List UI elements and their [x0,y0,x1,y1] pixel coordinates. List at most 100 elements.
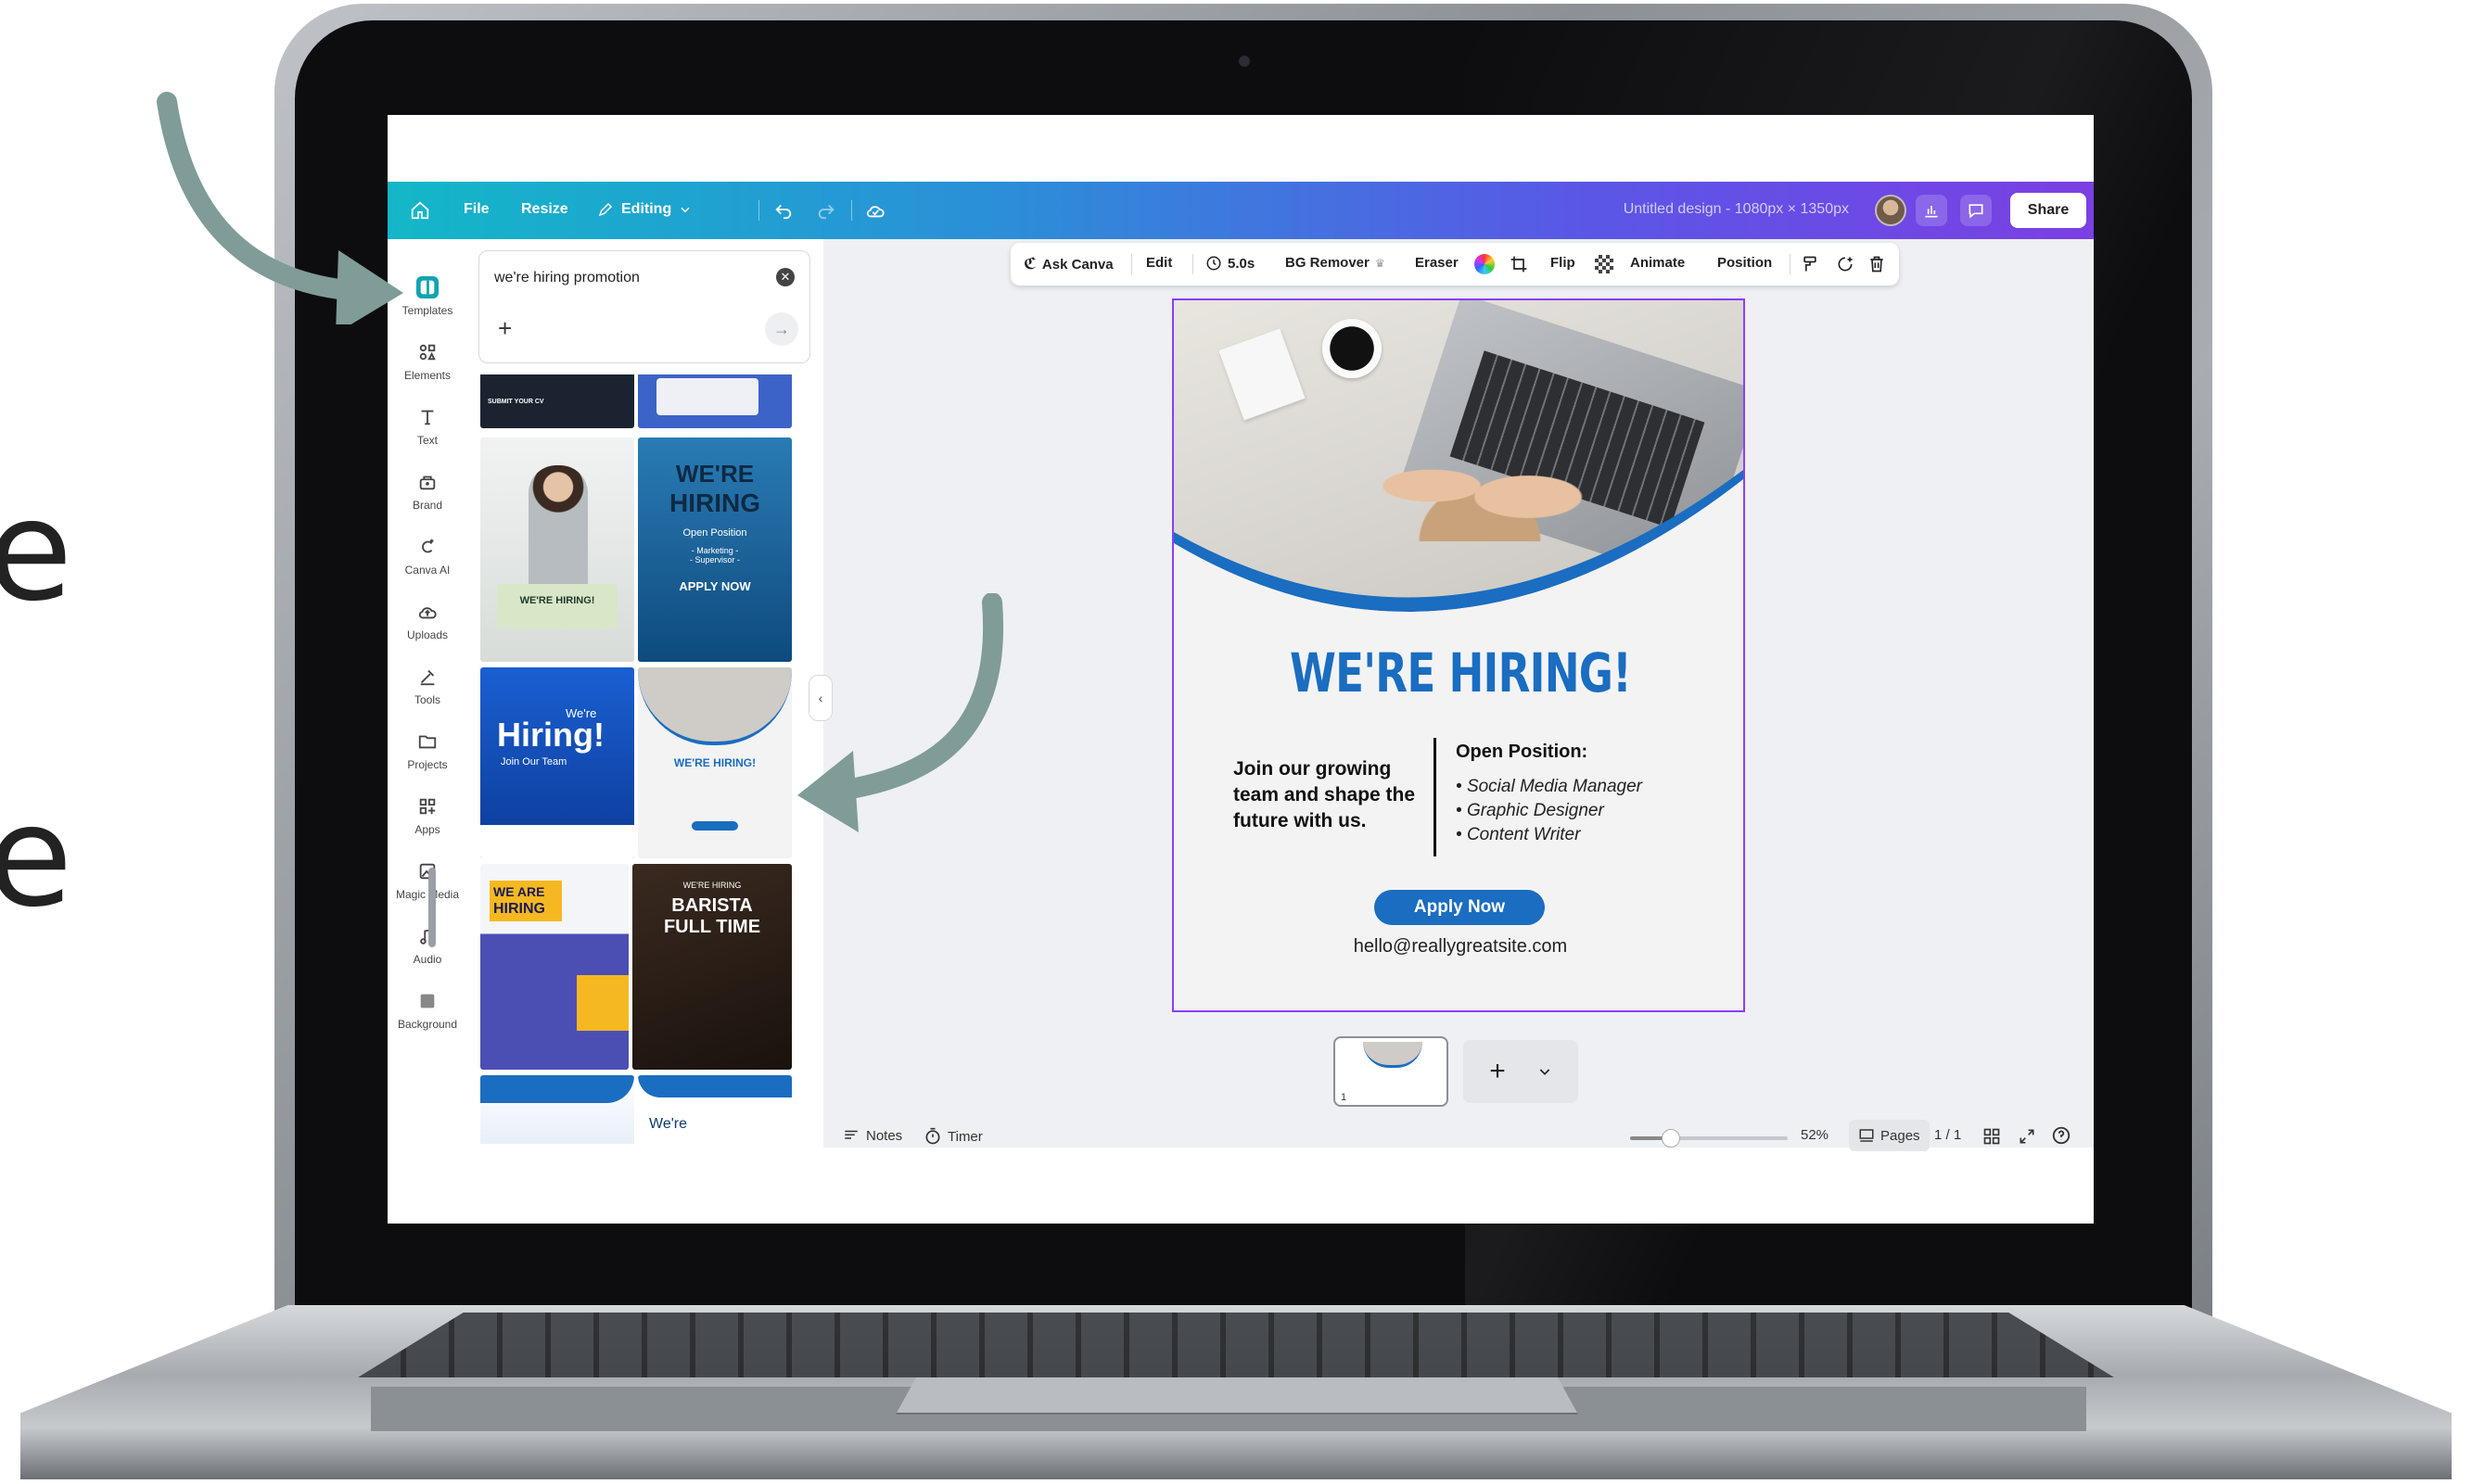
template-card[interactable]: WE'RE HIRING! [638,667,792,858]
canva-ai-icon: ℭ [1024,255,1037,273]
template-line: WE'RE [675,460,755,488]
clear-icon[interactable]: ✕ [776,268,795,286]
add-page-button[interactable]: + [1463,1040,1578,1103]
timer-button[interactable]: Timer [924,1127,983,1146]
sidebar-item-apps[interactable]: Apps [388,795,467,836]
scroll-thumb[interactable] [428,868,436,947]
design-divider [1434,738,1436,856]
edit-button[interactable]: Edit [1146,255,1172,271]
crown-icon: ♛ [1374,256,1385,270]
page-thumbnail[interactable]: 1 [1333,1036,1448,1107]
file-menu[interactable]: File [464,201,490,218]
template-card[interactable]: SUBMIT YOUR CV [480,374,634,428]
zoom-slider[interactable] [1630,1129,1788,1148]
template-line: We're [649,1116,687,1132]
truck-graphic [656,378,758,415]
comments-button[interactable] [1960,195,1992,226]
grid-view-button[interactable] [1982,1127,2001,1146]
flip-button[interactable]: Flip [1550,255,1575,271]
sidebar-item-canva-ai[interactable]: Canva AI [388,536,467,577]
help-button[interactable] [2051,1125,2071,1146]
photo-placeholder [638,667,792,745]
animate-button[interactable]: Animate [1630,255,1685,271]
eraser-button[interactable]: Eraser [1415,255,1459,271]
duration-button[interactable]: 5.0s [1205,255,1255,272]
add-comment-button[interactable] [1836,255,1854,273]
pages-label: Pages [1880,1127,1920,1144]
plus-icon: + [1489,1056,1506,1086]
template-card[interactable]: WE'RE HIRING BARISTA FULL TIME [632,864,792,1070]
search-input[interactable]: we're hiring promotion [494,270,640,286]
template-line: WE ARE [493,884,545,899]
sidebar-item-audio[interactable]: Audio [388,925,467,966]
insights-button[interactable] [1916,195,1947,226]
notes-label: Notes [866,1127,903,1144]
search-box[interactable]: we're hiring promotion ✕ + → [478,250,810,363]
share-button[interactable]: Share [2010,193,2086,228]
sidebar-item-background[interactable]: Background [388,990,467,1031]
sidebar-item-label: Magic Media [395,888,460,901]
sidebar-item-uploads[interactable]: Uploads [388,601,467,641]
zoom-value[interactable]: 52% [1801,1127,1829,1143]
color-wheel-icon[interactable] [1474,254,1495,274]
cloud-check-icon [866,206,885,218]
template-line: APPLY NOW [679,579,751,593]
template-grid: SUBMIT YOUR CV WE'RE HIRING! WE'RE HIRIN… [478,374,803,1144]
keyboard [358,1313,2114,1377]
comment-icon [1969,204,1983,219]
resize-menu[interactable]: Resize [521,201,568,218]
copy-style-button[interactable] [1801,255,1819,273]
sidebar-item-tools[interactable]: Tools [388,666,467,706]
sidebar-item-magic-media[interactable]: Magic Media [388,860,467,901]
template-card[interactable]: We're [638,1075,792,1144]
arrow-right-icon[interactable]: → [765,312,798,346]
chevron-down-icon[interactable] [1537,1064,1552,1079]
paint-roller-icon [1803,256,1816,272]
sidebar-item-text[interactable]: Text [388,406,467,447]
crop-button[interactable] [1510,255,1528,273]
template-line: FULL TIME [663,917,761,937]
pencil-icon [598,202,613,217]
delete-button[interactable] [1867,255,1886,273]
design-page[interactable]: WE'RE HIRING! Join our growing team and … [1172,298,1745,1012]
avatar[interactable] [1875,195,1906,226]
pages-icon [1859,1129,1874,1142]
template-card[interactable]: WE'RE HIRING! [480,438,634,662]
fullscreen-button[interactable] [2018,1127,2036,1146]
plus-icon[interactable]: + [498,316,512,340]
clock-icon [1206,256,1221,271]
apply-pill [692,821,738,831]
redo-button[interactable] [816,200,836,221]
ask-canva-button[interactable]: ℭ Ask Canva [1024,255,1114,273]
ask-canva-label: Ask Canva [1041,256,1114,273]
design-title[interactable]: Untitled design - 1080px × 1350px [1624,201,1849,218]
cloud-save-button[interactable] [864,200,886,221]
position-button[interactable]: Position [1717,255,1772,271]
sidebar-item-projects[interactable]: Projects [388,730,467,771]
notes-button[interactable]: Notes [842,1127,902,1144]
template-card[interactable]: WE'RE HIRING Open Position - Marketing -… [638,438,792,662]
pages-button[interactable]: Pages [1849,1120,1930,1151]
sidebar-item-elements[interactable]: Elements [388,341,467,382]
template-card[interactable] [480,1075,634,1144]
template-card[interactable]: WE ARE HIRING [480,864,629,1070]
template-panel-white [480,825,634,858]
comment-plus-icon [1838,257,1853,272]
context-toolbar: ℭ Ask Canva Edit 5.0s BG Remover ♛ Erase… [1011,243,1899,285]
transparency-icon[interactable] [1595,255,1613,273]
wave-graphic [480,1075,634,1103]
sidebar-item-brand[interactable]: Brand [388,471,467,512]
editing-menu[interactable]: Editing [597,201,692,218]
template-line: WE'RE HIRING [682,881,742,890]
template-card[interactable] [638,374,792,428]
template-card[interactable]: We're Hiring! Join Our Team [480,667,634,858]
side-rail: Templates Elements Text Brand Canva AI Upload… [388,239,467,1148]
panel-scrollbar[interactable] [428,386,436,1159]
sidebar-item-label: Projects [407,758,448,771]
edge-letter: e [0,777,73,938]
sidebar-item-label: Tools [414,693,440,706]
undo-button[interactable] [773,200,794,221]
elements-icon [416,341,439,363]
bg-remover-button[interactable]: BG Remover ♛ [1285,255,1385,271]
divider [1131,254,1132,274]
